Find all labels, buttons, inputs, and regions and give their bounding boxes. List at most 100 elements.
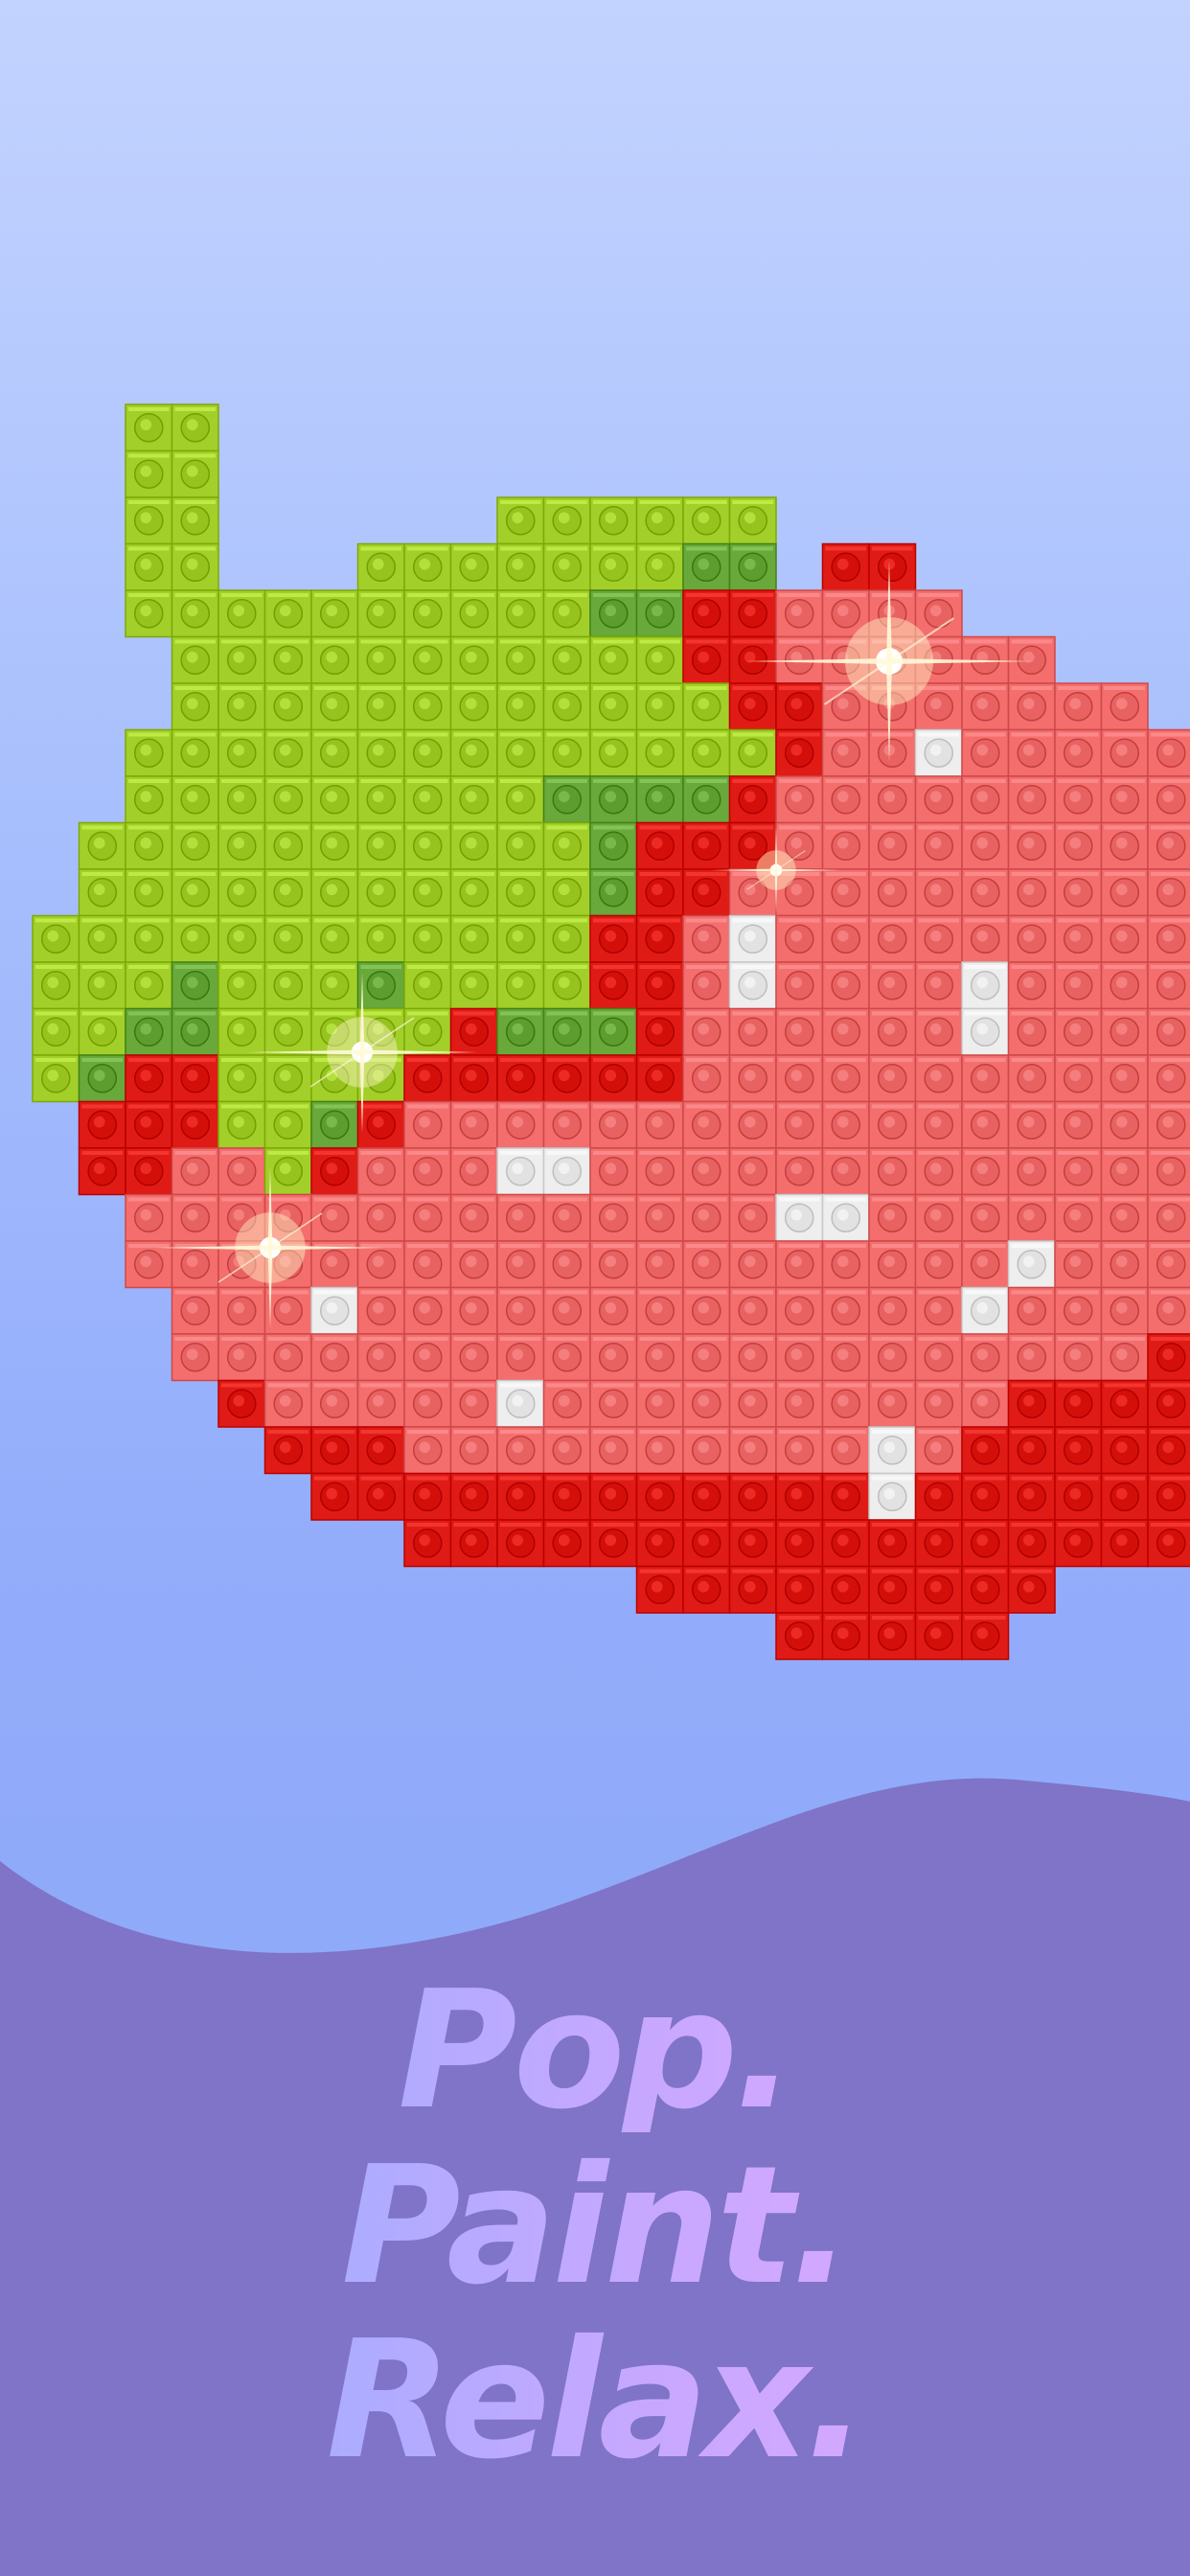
pixel-cell[interactable] (542, 1286, 591, 1335)
pixel-cell[interactable] (32, 914, 80, 963)
pixel-cell[interactable] (589, 775, 638, 824)
pixel-cell[interactable] (589, 1286, 638, 1335)
pixel-cell[interactable] (914, 914, 963, 963)
pixel-cell[interactable] (821, 1193, 870, 1242)
pixel-cell[interactable] (775, 961, 824, 1010)
pixel-cell[interactable] (775, 914, 824, 963)
pixel-cell[interactable] (403, 775, 452, 824)
pixel-cell[interactable] (635, 1007, 684, 1056)
pixel-cell[interactable] (728, 635, 777, 684)
pixel-cell[interactable] (635, 1147, 684, 1196)
pixel-cell[interactable] (589, 961, 638, 1010)
pixel-cell[interactable] (310, 1333, 359, 1382)
pixel-cell[interactable] (403, 868, 452, 917)
pixel-cell[interactable] (356, 1426, 405, 1475)
pixel-apple-artwork[interactable] (0, 0, 1190, 1725)
pixel-cell[interactable] (868, 1193, 917, 1242)
pixel-cell[interactable] (1147, 775, 1190, 824)
pixel-cell[interactable] (914, 1240, 963, 1289)
pixel-cell[interactable] (1147, 1286, 1190, 1335)
pixel-cell[interactable] (217, 961, 266, 1010)
pixel-cell[interactable] (728, 1519, 777, 1568)
pixel-cell[interactable] (356, 775, 405, 824)
pixel-cell[interactable] (449, 1426, 498, 1475)
pixel-cell[interactable] (635, 1565, 684, 1614)
pixel-cell[interactable] (682, 542, 731, 591)
pixel-cell[interactable] (125, 821, 173, 870)
pixel-cell[interactable] (171, 1333, 219, 1382)
pixel-cell[interactable] (1100, 1519, 1149, 1568)
pixel-cell[interactable] (635, 1100, 684, 1149)
pixel-cell[interactable] (1007, 1426, 1056, 1475)
pixel-cell[interactable] (449, 961, 498, 1010)
pixel-cell[interactable] (310, 1426, 359, 1475)
pixel-cell[interactable] (1054, 961, 1103, 1010)
pixel-cell[interactable] (542, 1426, 591, 1475)
pixel-cell[interactable] (635, 1333, 684, 1382)
pixel-cell[interactable] (961, 1193, 1010, 1242)
pixel-cell[interactable] (125, 542, 173, 591)
pixel-cell[interactable] (310, 1147, 359, 1196)
pixel-cell[interactable] (1100, 868, 1149, 917)
pixel-cell[interactable] (449, 1100, 498, 1149)
pixel-cell[interactable] (125, 589, 173, 638)
pixel-cell[interactable] (868, 1007, 917, 1056)
pixel-cell[interactable] (542, 775, 591, 824)
pixel-cell[interactable] (1054, 868, 1103, 917)
pixel-cell[interactable] (961, 1007, 1010, 1056)
pixel-cell[interactable] (356, 682, 405, 731)
pixel-cell[interactable] (1054, 1286, 1103, 1335)
pixel-cell[interactable] (1054, 914, 1103, 963)
pixel-cell[interactable] (728, 1147, 777, 1196)
pixel-cell[interactable] (821, 1472, 870, 1521)
pixel-cell[interactable] (961, 728, 1010, 777)
pixel-cell[interactable] (542, 1240, 591, 1289)
pixel-cell[interactable] (496, 635, 545, 684)
pixel-cell[interactable] (356, 1147, 405, 1196)
pixel-cell[interactable] (868, 775, 917, 824)
pixel-cell[interactable] (868, 1565, 917, 1614)
pixel-cell[interactable] (682, 1007, 731, 1056)
pixel-cell[interactable] (542, 635, 591, 684)
pixel-cell[interactable] (171, 821, 219, 870)
pixel-cell[interactable] (728, 1054, 777, 1103)
pixel-cell[interactable] (263, 1333, 312, 1382)
pixel-cell[interactable] (728, 775, 777, 824)
pixel-cell[interactable] (728, 1333, 777, 1382)
pixel-cell[interactable] (961, 1147, 1010, 1196)
pixel-cell[interactable] (542, 682, 591, 731)
pixel-cell[interactable] (449, 821, 498, 870)
pixel-cell[interactable] (914, 728, 963, 777)
pixel-cell[interactable] (1147, 914, 1190, 963)
pixel-cell[interactable] (821, 961, 870, 1010)
pixel-cell[interactable] (217, 1147, 266, 1196)
pixel-cell[interactable] (263, 589, 312, 638)
pixel-cell[interactable] (821, 1379, 870, 1428)
pixel-cell[interactable] (449, 1193, 498, 1242)
pixel-cell[interactable] (310, 682, 359, 731)
pixel-cell[interactable] (1054, 1379, 1103, 1428)
pixel-cell[interactable] (449, 542, 498, 591)
pixel-cell[interactable] (1054, 1472, 1103, 1521)
pixel-cell[interactable] (728, 1286, 777, 1335)
pixel-cell[interactable] (1147, 1379, 1190, 1428)
pixel-cell[interactable] (961, 1565, 1010, 1614)
pixel-cell[interactable] (449, 589, 498, 638)
pixel-cell[interactable] (728, 496, 777, 545)
pixel-cell[interactable] (263, 1286, 312, 1335)
pixel-cell[interactable] (1007, 1193, 1056, 1242)
pixel-cell[interactable] (496, 868, 545, 917)
pixel-cell[interactable] (589, 1193, 638, 1242)
pixel-cell[interactable] (1147, 961, 1190, 1010)
pixel-cell[interactable] (217, 1007, 266, 1056)
pixel-cell[interactable] (310, 635, 359, 684)
pixel-cell[interactable] (449, 1333, 498, 1382)
pixel-cell[interactable] (125, 961, 173, 1010)
pixel-cell[interactable] (821, 1565, 870, 1614)
pixel-cell[interactable] (542, 589, 591, 638)
pixel-cell[interactable] (403, 1147, 452, 1196)
pixel-cell[interactable] (496, 1472, 545, 1521)
pixel-cell[interactable] (403, 635, 452, 684)
pixel-cell[interactable] (1054, 682, 1103, 731)
pixel-cell[interactable] (682, 1147, 731, 1196)
